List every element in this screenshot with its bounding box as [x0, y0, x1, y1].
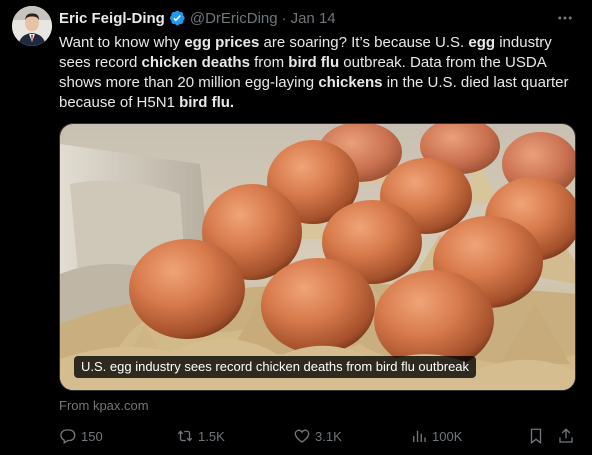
share-icon [559, 428, 573, 443]
tweet-text-highlight: bird flu [288, 54, 340, 71]
bookmark-icon [530, 428, 542, 445]
media-card[interactable]: U.S. egg industry sees record chicken de… [59, 123, 576, 391]
verified-badge-icon[interactable] [168, 9, 186, 27]
tweet-text-highlight: bird flu. [179, 94, 235, 111]
tweet-text-segment: are soaring? It’s because U.S. [259, 34, 469, 51]
tweet-text-highlight: chickens [318, 74, 383, 91]
tweet-text-segment: from [249, 54, 289, 71]
like-button[interactable]: 3.1K [293, 426, 342, 446]
views-button[interactable]: 100K [410, 426, 462, 446]
reply-icon [60, 429, 76, 444]
author-handle[interactable]: @DrEricDing [190, 10, 278, 27]
repost-button[interactable]: 1.5K [176, 426, 225, 446]
tweet-text: Want to know why egg prices are soaring?… [59, 33, 584, 113]
separator-dot: · [281, 9, 287, 27]
avatar-image [12, 6, 52, 46]
author-name[interactable]: Eric Feigl-Ding [59, 10, 165, 27]
tweet-text-segment: Want to know why [59, 34, 185, 51]
eggs-in-carton-photo [60, 124, 575, 390]
tweet-text-highlight: egg prices [184, 34, 260, 51]
tweet-text-highlight: egg [468, 34, 496, 51]
media-caption: U.S. egg industry sees record chicken de… [74, 356, 477, 378]
tweet-date[interactable]: Jan 14 [291, 10, 336, 27]
tweet-actions: 150 1.5K 3.1K 100K [59, 426, 579, 446]
more-options-icon[interactable] [556, 9, 574, 27]
like-icon [294, 429, 310, 443]
tweet-text-highlight: chicken deaths [141, 54, 250, 71]
like-count: 3.1K [315, 428, 342, 444]
share-button[interactable] [557, 426, 579, 446]
repost-icon [177, 430, 193, 442]
link-source[interactable]: From kpax.com [59, 398, 149, 413]
bookmark-button[interactable] [527, 426, 549, 446]
views-count: 100K [432, 428, 463, 444]
reply-button[interactable]: 150 [59, 426, 103, 446]
reply-count: 150 [81, 428, 103, 444]
avatar[interactable] [12, 6, 52, 46]
views-icon [413, 430, 426, 442]
tweet-header: Eric Feigl-Ding @DrEricDing · Jan 14 [59, 8, 336, 28]
repost-count: 1.5K [198, 428, 225, 444]
